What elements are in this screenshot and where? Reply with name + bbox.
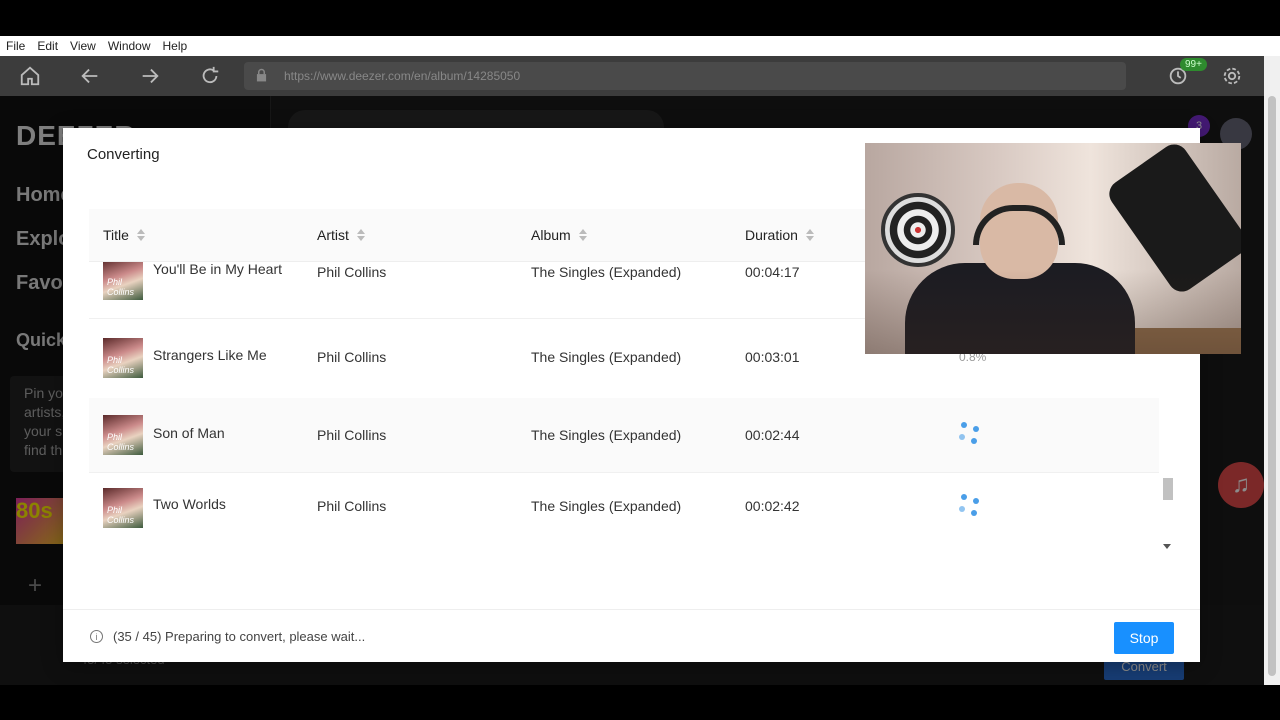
column-duration[interactable]: Duration <box>745 227 814 243</box>
sort-icon[interactable] <box>356 229 365 241</box>
dialog-footer: i (35 / 45) Preparing to convert, please… <box>63 609 1200 663</box>
album-cover: Phil Collins <box>103 488 143 528</box>
column-artist[interactable]: Artist <box>317 227 365 243</box>
scroll-down-arrow-icon[interactable] <box>1163 544 1171 549</box>
table-row[interactable]: Phil Collins Son of Man Phil Collins The… <box>89 398 1159 473</box>
webcam-overlay <box>865 143 1241 354</box>
album-cover: Phil Collins <box>103 338 143 378</box>
window-scrollbar[interactable] <box>1264 56 1280 685</box>
info-icon: i <box>90 630 103 643</box>
track-title: Two Worlds <box>153 496 226 512</box>
scrollbar-thumb[interactable] <box>1163 478 1173 500</box>
track-album: The Singles (Expanded) <box>531 349 682 365</box>
track-artist: Phil Collins <box>317 498 387 514</box>
stop-button[interactable]: Stop <box>1114 622 1174 654</box>
menu-help[interactable]: Help <box>157 39 194 53</box>
sort-icon[interactable] <box>136 229 145 241</box>
dialog-title: Converting <box>87 146 160 163</box>
column-title[interactable]: Title <box>103 227 145 243</box>
sort-icon[interactable] <box>578 229 587 241</box>
track-duration: 00:04:17 <box>745 264 800 280</box>
track-duration: 00:03:01 <box>745 349 800 365</box>
track-artist: Phil Collins <box>317 264 387 280</box>
home-icon[interactable] <box>16 62 44 90</box>
track-duration: 00:02:42 <box>745 498 800 514</box>
menu-file[interactable]: File <box>0 39 31 53</box>
reload-icon[interactable] <box>196 62 224 90</box>
address-bar[interactable]: https://www.deezer.com/en/album/14285050 <box>244 62 1126 90</box>
track-title: Strangers Like Me <box>153 347 267 363</box>
loading-spinner-icon <box>959 422 983 446</box>
track-album: The Singles (Expanded) <box>531 427 682 443</box>
back-icon[interactable] <box>76 62 104 90</box>
list-scrollbar[interactable] <box>1160 364 1174 554</box>
forward-icon[interactable] <box>136 62 164 90</box>
album-cover: Phil Collins <box>103 415 143 455</box>
window-top-bar <box>0 0 1280 36</box>
settings-gear-icon[interactable] <box>1218 62 1246 90</box>
track-duration: 00:02:44 <box>745 427 800 443</box>
album-cover: Phil Collins <box>103 262 143 300</box>
menu-view[interactable]: View <box>64 39 102 53</box>
loading-spinner-icon <box>959 494 983 518</box>
url-text: https://www.deezer.com/en/album/14285050 <box>284 69 521 83</box>
menu-window[interactable]: Window <box>102 39 157 53</box>
track-artist: Phil Collins <box>317 349 387 365</box>
table-row[interactable]: Phil Collins Two Worlds Phil Collins The… <box>89 472 1159 546</box>
menu-edit[interactable]: Edit <box>31 39 64 53</box>
track-album: The Singles (Expanded) <box>531 264 682 280</box>
column-album[interactable]: Album <box>531 227 587 243</box>
track-album: The Singles (Expanded) <box>531 498 682 514</box>
sort-icon[interactable] <box>805 229 814 241</box>
menu-bar: File Edit View Window Help <box>0 36 1280 56</box>
lock-icon <box>256 68 267 82</box>
status-text: (35 / 45) Preparing to convert, please w… <box>113 629 366 644</box>
track-title: Son of Man <box>153 425 225 441</box>
track-title: You'll Be in My Heart <box>153 262 282 277</box>
track-artist: Phil Collins <box>317 427 387 443</box>
history-badge: 99+ <box>1180 58 1207 71</box>
